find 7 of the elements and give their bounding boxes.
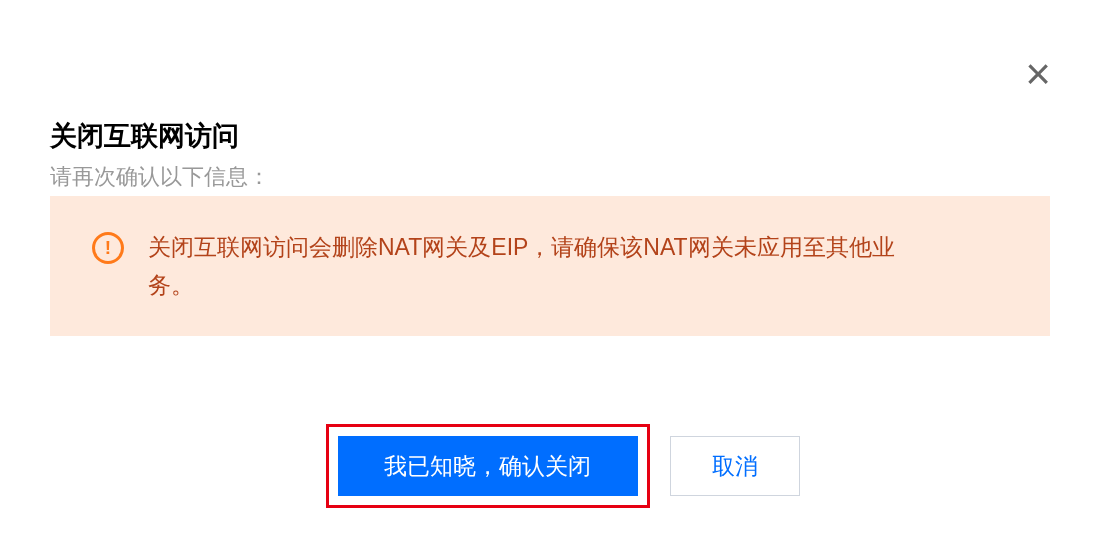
- cancel-button[interactable]: 取消: [669, 436, 800, 496]
- alert-message: 关闭互联网访问会删除NAT网关及EIP，请确保该NAT网关未应用至其他业务。: [148, 233, 896, 300]
- warning-icon: !: [92, 232, 124, 264]
- confirm-button[interactable]: 我已知晓，确认关闭: [337, 436, 638, 496]
- close-button[interactable]: ×: [1020, 52, 1056, 96]
- dialog-title: 关闭互联网访问: [50, 120, 240, 153]
- dialog-subtitle: 请再次确认以下信息：: [50, 163, 271, 191]
